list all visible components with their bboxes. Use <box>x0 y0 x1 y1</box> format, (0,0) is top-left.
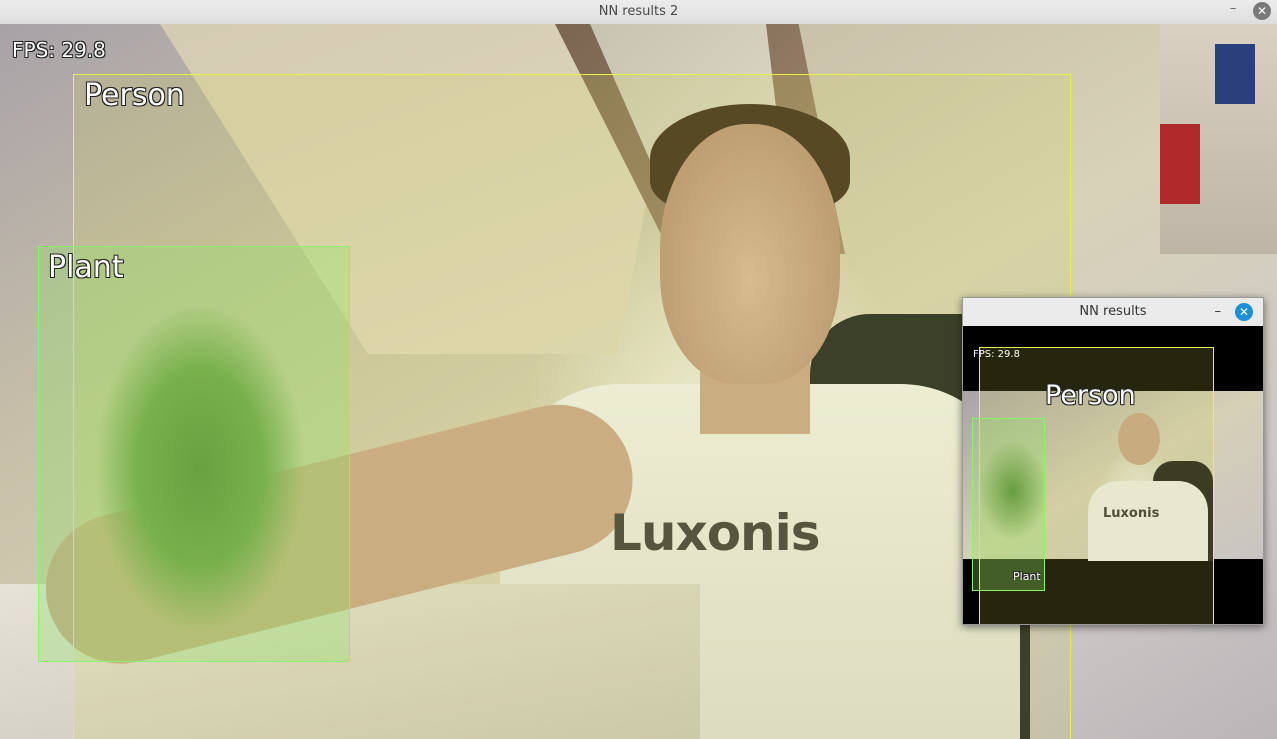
shelf-item <box>1160 124 1200 204</box>
mini-window-title-bar[interactable]: NN results – ✕ <box>963 298 1263 326</box>
plant-detection-label: Plant <box>48 250 124 285</box>
fps-counter: FPS: 29.8 <box>973 349 1020 360</box>
person-detection-label: Person <box>84 78 185 113</box>
close-icon[interactable]: ✕ <box>1253 2 1271 20</box>
window-title: NN results 2 <box>598 4 679 19</box>
window-title-bar[interactable]: NN results 2 – ✕ <box>0 0 1277 25</box>
minimize-icon[interactable]: – <box>1215 304 1222 319</box>
fps-counter: FPS: 29.8 <box>12 38 106 62</box>
nn-results-window[interactable]: NN results – ✕ Luxonis FPS: 29.8 Person … <box>962 297 1264 625</box>
mini-video-frame: Luxonis FPS: 29.8 Person Plant <box>963 326 1263 624</box>
plant-detection-box <box>972 418 1045 591</box>
person-detection-label: Person <box>1045 380 1136 411</box>
plant-detection-label: Plant <box>1013 570 1041 583</box>
plant-detection-box <box>38 246 350 662</box>
close-icon[interactable]: ✕ <box>1235 303 1253 321</box>
minimize-icon[interactable]: – <box>1226 2 1240 17</box>
shelf-item <box>1215 44 1255 104</box>
